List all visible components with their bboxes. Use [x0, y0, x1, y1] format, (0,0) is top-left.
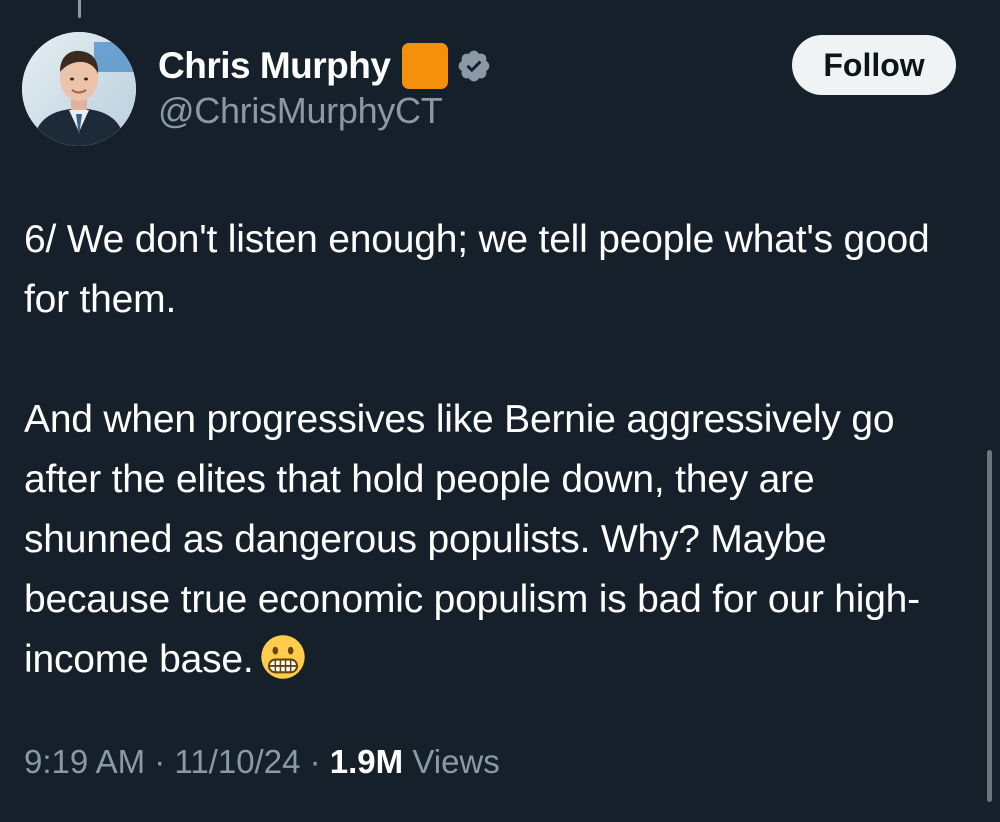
tweet-paragraph-1: 6/ We don't listen enough; we tell peopl… — [24, 218, 930, 321]
views-count[interactable]: 1.9M — [330, 743, 403, 780]
meta-separator: · — [309, 743, 321, 780]
tweet-paragraph-2-text: And when progressives like Bernie aggres… — [24, 398, 920, 681]
meta-separator: · — [154, 743, 166, 780]
author-name-row: Chris Murphy — [158, 40, 492, 92]
tweet-date[interactable]: 11/10/24 — [174, 743, 300, 780]
tweet-detail-view: Chris Murphy @ChrisMurphyCT Follow 6/ We… — [0, 0, 1000, 822]
tweet-time[interactable]: 9:19 AM — [24, 743, 145, 780]
tweet-paragraph-2: And when progressives like Bernie aggres… — [24, 390, 964, 690]
avatar[interactable] — [22, 32, 136, 146]
verified-badge-icon[interactable] — [456, 48, 492, 84]
follow-button[interactable]: Follow — [792, 35, 956, 95]
tweet-text: 6/ We don't listen enough; we tell peopl… — [24, 210, 964, 690]
thread-connector-line — [78, 0, 81, 18]
author-display-name[interactable]: Chris Murphy — [158, 45, 391, 87]
tweet-metadata: 9:19 AM · 11/10/24 · 1.9M Views — [24, 743, 500, 781]
views-label[interactable]: Views — [412, 743, 499, 780]
author-handle[interactable]: @ChrisMurphyCT — [158, 90, 443, 132]
scrollbar[interactable] — [987, 450, 992, 802]
grimacing-face-emoji-icon — [260, 634, 306, 680]
orange-square-icon — [402, 43, 449, 89]
